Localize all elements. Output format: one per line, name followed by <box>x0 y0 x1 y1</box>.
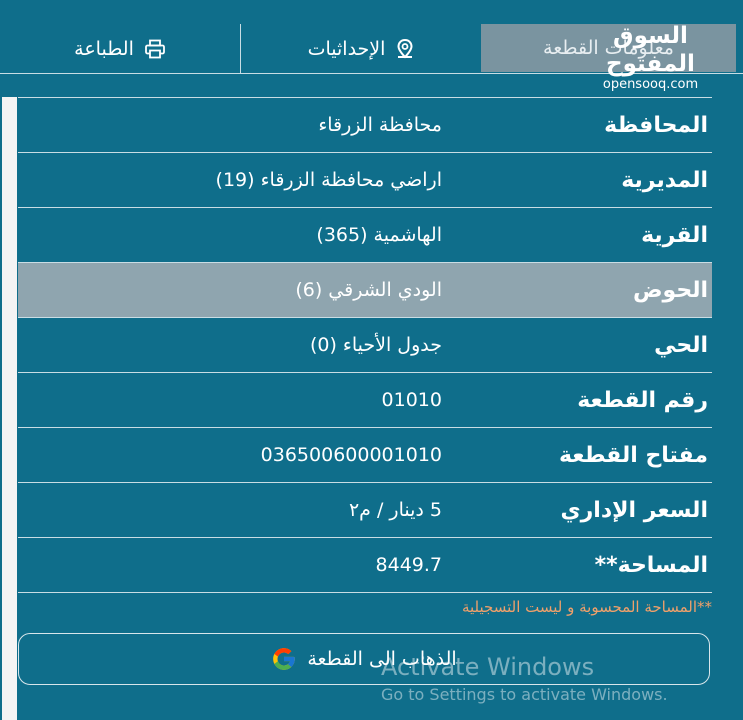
tab-coordinates[interactable]: الإحداثيات <box>242 24 481 73</box>
row-value: 8449.7 <box>375 554 442 576</box>
row-value: 036500600001010 <box>260 444 442 466</box>
table-row-parcel-key: مفتاح القطعة 036500600001010 <box>18 428 712 483</box>
windows-watermark-subtitle: Go to Settings to activate Windows. <box>381 685 668 704</box>
tab-bar: معلومات القطعة الإحداثيات الطباعة <box>0 0 743 74</box>
tab-bar-underline <box>0 73 743 74</box>
row-label: المحافظة <box>604 112 708 138</box>
table-row-area: المساحة** 8449.7 <box>18 538 712 593</box>
row-label: مفتاح القطعة <box>558 442 708 468</box>
row-label: رقم القطعة <box>577 387 708 413</box>
row-value: اراضي محافظة الزرقاء (19) <box>215 169 442 191</box>
row-value: 01010 <box>381 389 442 411</box>
table-row-basin: الحوض الودي الشرقي (6) <box>18 263 712 318</box>
scrollbar[interactable] <box>2 97 17 720</box>
row-value: الهاشمية (365) <box>316 224 442 246</box>
tab-coordinates-label: الإحداثيات <box>307 37 386 60</box>
google-icon <box>271 646 297 672</box>
table-row-governorate: المحافظة محافظة الزرقاء <box>18 97 712 153</box>
go-to-parcel-label: الذهاب الى القطعة <box>307 648 457 670</box>
row-value: الودي الشرقي (6) <box>295 279 442 301</box>
tab-print[interactable]: الطباعة <box>0 24 240 73</box>
tab-print-label: الطباعة <box>74 37 134 60</box>
row-label: المساحة** <box>594 552 708 578</box>
table-row-parcel-number: رقم القطعة 01010 <box>18 373 712 428</box>
parcel-info-table: المحافظة محافظة الزرقاء المديرية اراضي م… <box>18 97 712 593</box>
row-value: محافظة الزرقاء <box>318 114 442 136</box>
row-label: القرية <box>641 222 708 248</box>
table-row-directorate: المديرية اراضي محافظة الزرقاء (19) <box>18 153 712 208</box>
tab-parcel-info[interactable]: معلومات القطعة <box>481 24 736 72</box>
table-row-village: القرية الهاشمية (365) <box>18 208 712 263</box>
area-footnote: **المساحة المحسوبة و ليست التسجيلية <box>461 598 712 616</box>
row-value: 5 دينار / م٢ <box>348 499 442 521</box>
tab-parcel-info-label: معلومات القطعة <box>543 37 674 59</box>
row-label: الحوض <box>632 277 708 303</box>
row-label: المديرية <box>621 167 708 193</box>
printer-icon <box>144 39 166 59</box>
table-row-neighborhood: الحي جدول الأحياء (0) <box>18 318 712 373</box>
tab-divider <box>240 24 241 73</box>
map-pin-icon <box>395 38 415 60</box>
row-value: جدول الأحياء (0) <box>309 334 442 356</box>
table-row-admin-price: السعر الإداري 5 دينار / م٢ <box>18 483 712 538</box>
go-to-parcel-button[interactable]: الذهاب الى القطعة <box>18 633 710 685</box>
row-label: الحي <box>654 332 708 358</box>
row-label: السعر الإداري <box>560 497 708 523</box>
watermark-english: opensooq.com <box>602 77 699 92</box>
